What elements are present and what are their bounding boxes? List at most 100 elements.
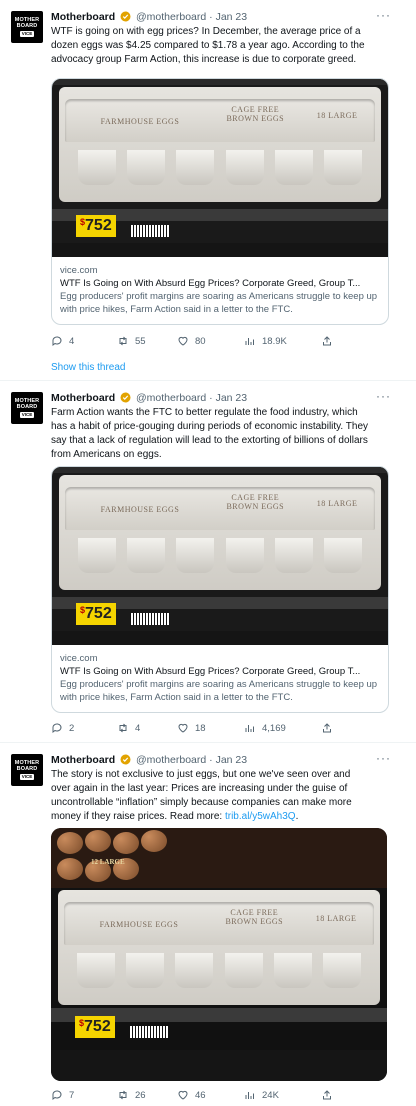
share-icon: [323, 723, 331, 733]
cup: [127, 150, 166, 185]
avatar-wordmark: MOTHER BOARD: [14, 17, 40, 29]
carton-print-brand: FARMHOUSE EGGS: [99, 920, 179, 929]
share-icon: [323, 1090, 331, 1100]
card-title[interactable]: WTF Is Going on With Absurd Egg Prices? …: [60, 277, 380, 290]
tweet-1[interactable]: MOTHER BOARD VICE Motherboard @motherboa…: [0, 0, 416, 378]
cup: [323, 953, 361, 988]
carton-print-count: 18 LARGE: [315, 914, 357, 923]
show-thread-link[interactable]: Show this thread: [51, 362, 126, 373]
avatar[interactable]: MOTHER BOARD VICE: [11, 11, 43, 43]
cup: [127, 538, 166, 573]
tweet-text-end: .: [295, 811, 299, 822]
card-title[interactable]: WTF Is Going on With Absurd Egg Prices? …: [60, 665, 380, 678]
share-button[interactable]: [321, 1089, 333, 1101]
views-count: 18.9K: [262, 335, 287, 347]
retweet-button[interactable]: 55: [117, 335, 146, 347]
egg-carton: FARMHOUSE EGGS CAGE FREE BROWN EGGS 18 L…: [58, 475, 382, 590]
tweet-2[interactable]: MOTHER BOARD VICE Motherboard @motherboa…: [0, 381, 416, 743]
retweet-button[interactable]: 26: [117, 1089, 146, 1101]
link-card[interactable]: FARMHOUSE EGGS CAGE FREE BROWN EGGS 18 L…: [51, 78, 389, 325]
like-count: 46: [195, 1089, 206, 1101]
tweet-text: The story is not exclusive to just eggs,…: [51, 768, 371, 824]
heart-icon: [178, 723, 188, 733]
tweet-date[interactable]: Jan 23: [216, 11, 248, 23]
tweet-header: Motherboard @motherboard · Jan 23: [51, 391, 247, 405]
avatar-sub: VICE: [19, 774, 35, 780]
verified-badge-icon: [120, 11, 131, 22]
carton-print-count: 18 LARGE: [316, 499, 358, 508]
shelf: [52, 79, 388, 85]
author-name[interactable]: Motherboard: [51, 392, 115, 404]
share-button[interactable]: [321, 335, 333, 347]
tweet-header: Motherboard @motherboard · Jan 23: [51, 753, 247, 767]
egg-carton: FARMHOUSE EGGS CAGE FREE BROWN EGGS 18 L…: [58, 87, 382, 202]
tweet-photo[interactable]: 12 LARGE FARMHOUSE EGGS CAGE FREE BROWN …: [51, 828, 387, 1081]
card-image: FARMHOUSE EGGS CAGE FREE BROWN EGGS 18 L…: [52, 79, 388, 257]
cup: [126, 953, 165, 988]
lower-shelf: [51, 1050, 387, 1081]
price-value: 752: [85, 605, 112, 622]
top-carton-label: 12 LARGE: [91, 858, 125, 866]
carton-print-count: 18 LARGE: [316, 111, 358, 120]
cup: [324, 538, 362, 573]
like-button[interactable]: 46: [177, 1089, 206, 1101]
views-button[interactable]: 4,169: [244, 722, 286, 734]
tweet-date[interactable]: Jan 23: [216, 392, 248, 404]
author-handle[interactable]: @motherboard: [136, 754, 206, 766]
reply-count: 2: [69, 722, 75, 734]
views-icon: [245, 1092, 254, 1099]
heart-icon: [178, 1090, 188, 1100]
tweet-3[interactable]: MOTHER BOARD VICE Motherboard @motherboa…: [0, 743, 416, 1106]
reply-button[interactable]: 4: [51, 335, 74, 347]
author-name[interactable]: Motherboard: [51, 754, 115, 766]
views-button[interactable]: 24K: [244, 1089, 279, 1101]
avatar-sub: VICE: [19, 412, 35, 418]
reply-button[interactable]: 7: [51, 1089, 74, 1101]
tweet-actions: 7 26 46 24K: [51, 1089, 351, 1105]
card-text: vice.com WTF Is Going on With Absurd Egg…: [52, 645, 388, 712]
heart-icon: [178, 336, 188, 346]
card-domain: vice.com: [60, 265, 98, 276]
price-tag: $752: [76, 215, 116, 237]
dot-separator: ·: [209, 11, 213, 23]
more-options-icon[interactable]: ···: [376, 389, 391, 403]
cup: [176, 538, 215, 573]
tweet-actions: 4 55 80 18.9K: [51, 335, 351, 351]
shelf: [52, 467, 388, 473]
views-button[interactable]: 18.9K: [244, 335, 287, 347]
card-description: Egg producers' profit margins are soarin…: [60, 679, 378, 703]
reply-button[interactable]: 2: [51, 722, 74, 734]
author-handle[interactable]: @motherboard: [136, 11, 206, 23]
reply-icon: [52, 723, 62, 733]
retweet-button[interactable]: 4: [117, 722, 140, 734]
tweet-link[interactable]: trib.al/y5wAh3Q: [225, 811, 296, 822]
link-card[interactable]: FARMHOUSE EGGS CAGE FREE BROWN EGGS 18 L…: [51, 466, 389, 713]
avatar[interactable]: MOTHER BOARD VICE: [11, 754, 43, 786]
cup: [274, 150, 313, 185]
avatar[interactable]: MOTHER BOARD VICE: [11, 392, 43, 424]
barcode: [130, 225, 170, 237]
retweet-icon: [119, 1090, 127, 1100]
share-icon: [323, 336, 331, 346]
share-button[interactable]: [321, 722, 333, 734]
card-image: FARMHOUSE EGGS CAGE FREE BROWN EGGS 18 L…: [52, 467, 388, 645]
more-options-icon[interactable]: ···: [376, 8, 391, 22]
dot-separator: ·: [209, 392, 213, 404]
price-tag: $752: [75, 1016, 115, 1038]
carton-cups: [77, 953, 361, 988]
more-options-icon[interactable]: ···: [376, 751, 391, 765]
cup: [274, 538, 313, 573]
carton-print-type: CAGE FREE BROWN EGGS: [226, 105, 285, 123]
author-handle[interactable]: @motherboard: [136, 392, 206, 404]
card-description: Egg producers' profit margins are soarin…: [60, 291, 378, 315]
egg: [57, 832, 83, 854]
tweet-date[interactable]: Jan 23: [216, 754, 248, 766]
cup: [78, 538, 116, 573]
like-button[interactable]: 18: [177, 722, 206, 734]
retweet-count: 4: [135, 722, 141, 734]
verified-badge-icon: [120, 392, 131, 403]
like-button[interactable]: 80: [177, 335, 206, 347]
views-icon: [245, 725, 254, 732]
carton-print-type: CAGE FREE BROWN EGGS: [225, 908, 284, 926]
author-name[interactable]: Motherboard: [51, 11, 115, 23]
